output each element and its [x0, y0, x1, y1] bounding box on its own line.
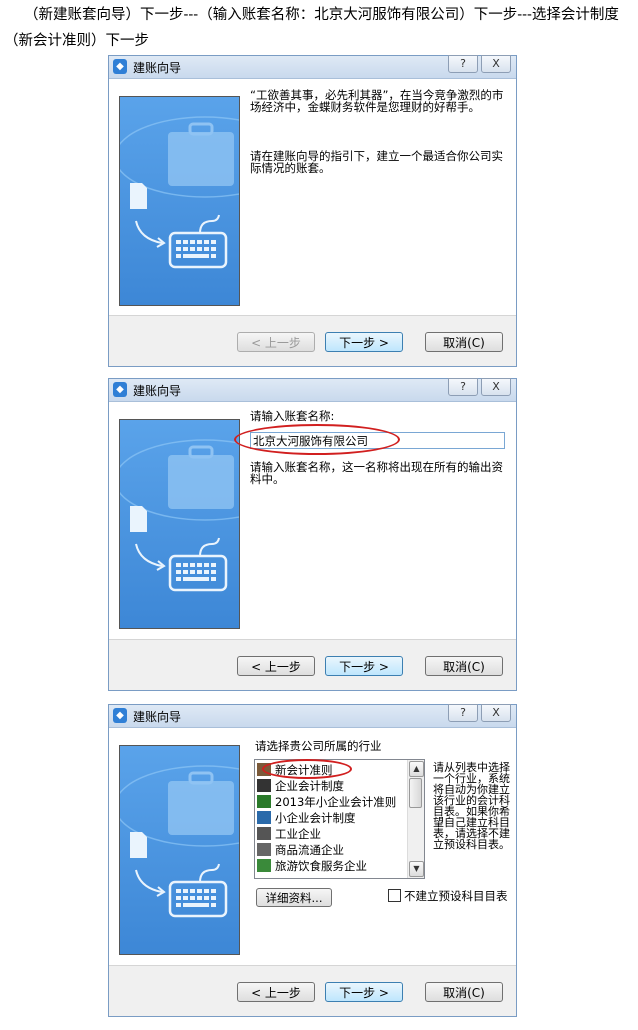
list-item[interactable]: 商品流通企业 — [257, 842, 344, 858]
help-button[interactable]: ? — [448, 378, 478, 396]
instruction-caption: （新建账套向导）下一步---（输入账套名称：北京大河服饰有限公司）下一步---选… — [4, 7, 619, 49]
next-button[interactable]: 下一步 > — [325, 982, 403, 1002]
dialog-title: 建账向导 — [133, 384, 182, 398]
industry-hint: 请从列表中选择一个行业，系统将自动为你建立该行业的会计科目表。如果你希望自己建立… — [433, 761, 510, 851]
cancel-button[interactable]: 取消(C) — [425, 656, 503, 676]
list-item[interactable]: 2013年小企业会计准则 — [257, 794, 396, 810]
cancel-button[interactable]: 取消(C) — [425, 982, 503, 1002]
button-bar: < 上一步 下一步 > 取消(C) — [109, 639, 516, 690]
wizard-dialog-step2: ◆ 建账向导 ? X 请输入账套名称: 北京大河服饰有限公司 请输入账套名称，这… — [108, 378, 517, 691]
wizard-dialog-step3: ◆ 建账向导 ? X 请选择贵公司所属的行业 新会计准则 企业会计制度 2013… — [108, 704, 517, 1017]
prev-button[interactable]: < 上一步 — [237, 656, 315, 676]
list-item[interactable]: 小企业会计制度 — [257, 810, 356, 826]
welcome-text: “工欲善其事，必先利其器”，在当今竞争激烈的市场经济中，金蝶财务软件是您理财的好… — [250, 88, 504, 114]
wizard-banner-image — [119, 745, 240, 955]
scroll-thumb[interactable] — [409, 778, 422, 808]
cancel-button[interactable]: 取消(C) — [425, 332, 503, 352]
next-button[interactable]: 下一步 > — [325, 332, 403, 352]
wizard-dialog-step1: ◆ 建账向导 ? X “工欲善其事，必先利其器”，在当今竞争激烈的市场经济中，金… — [108, 55, 517, 367]
close-button[interactable]: X — [481, 55, 511, 73]
wizard-content: 请选择贵公司所属的行业 新会计准则 企业会计制度 2013年小企业会计准则 小企… — [109, 728, 516, 971]
wizard-banner-image — [119, 419, 240, 629]
no-preset-checkbox[interactable] — [388, 889, 401, 902]
prev-button[interactable]: < 上一步 — [237, 332, 315, 352]
highlight-annotation — [234, 424, 400, 455]
no-preset-checkbox-label: 不建立预设科目目表 — [404, 889, 508, 903]
scroll-down-icon[interactable]: ▼ — [409, 861, 424, 877]
shop-icon — [257, 843, 271, 856]
app-icon: ◆ — [113, 382, 127, 397]
small-business-icon — [257, 811, 271, 824]
close-button[interactable]: X — [481, 704, 511, 722]
account-name-label: 请输入账套名称: — [250, 409, 335, 423]
account-name-hint: 请输入账套名称，这一名称将出现在所有的输出资料中。 — [250, 460, 503, 486]
wizard-content: “工欲善其事，必先利其器”，在当今竞争激烈的市场经济中，金蝶财务软件是您理财的好… — [109, 79, 516, 322]
restaurant-icon — [257, 859, 271, 872]
prev-button[interactable]: < 上一步 — [237, 982, 315, 1002]
title-bar[interactable]: ◆ 建账向导 ? X — [109, 378, 516, 402]
dialog-title: 建账向导 — [133, 710, 182, 724]
next-button[interactable]: 下一步 > — [325, 656, 403, 676]
app-icon: ◆ — [113, 708, 127, 723]
help-button[interactable]: ? — [448, 704, 478, 722]
guide-text: 请在建账向导的指引下，建立一个最适合你公司实际情况的账套。 — [250, 149, 503, 175]
small-business-icon — [257, 795, 271, 808]
button-bar: < 上一步 下一步 > 取消(C) — [109, 965, 516, 1016]
list-item[interactable]: 工业企业 — [257, 826, 321, 842]
app-icon: ◆ — [113, 59, 127, 74]
wizard-content: 请输入账套名称: 北京大河服饰有限公司 请输入账套名称，这一名称将出现在所有的输… — [109, 402, 516, 645]
factory-icon — [257, 827, 271, 840]
enterprise-icon — [257, 779, 271, 792]
scroll-up-icon[interactable]: ▲ — [409, 761, 424, 777]
title-bar[interactable]: ◆ 建账向导 ? X — [109, 704, 516, 728]
wizard-banner-image — [119, 96, 240, 306]
button-bar: < 上一步 下一步 > 取消(C) — [109, 315, 516, 366]
list-item[interactable]: 企业会计制度 — [257, 778, 344, 794]
dialog-title: 建账向导 — [133, 61, 182, 75]
industry-label: 请选择贵公司所属的行业 — [255, 739, 382, 753]
close-button[interactable]: X — [481, 378, 511, 396]
help-button[interactable]: ? — [448, 55, 478, 73]
list-item[interactable]: 旅游饮食服务企业 — [257, 858, 367, 874]
highlight-annotation — [262, 759, 352, 779]
details-button[interactable]: 详细资料... — [256, 888, 332, 907]
title-bar[interactable]: ◆ 建账向导 ? X — [109, 55, 516, 79]
list-scrollbar[interactable]: ▲ ▼ — [407, 760, 424, 878]
